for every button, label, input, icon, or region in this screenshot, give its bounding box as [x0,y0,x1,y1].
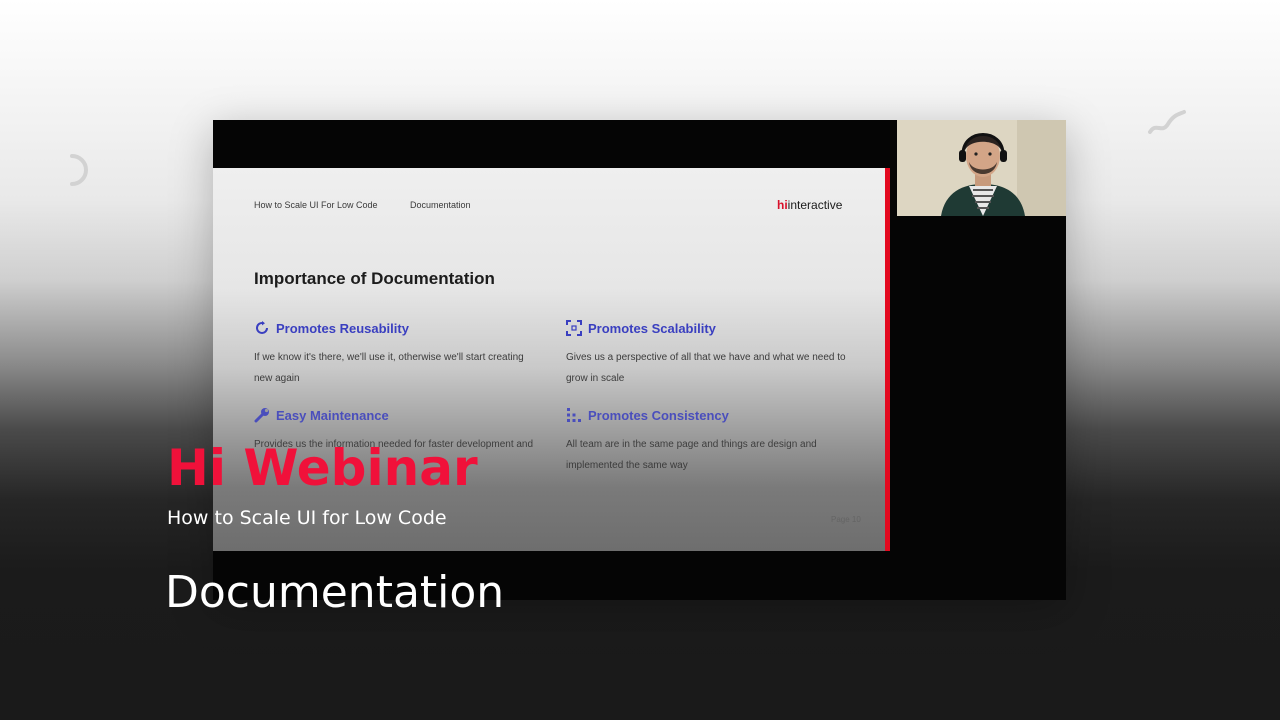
feature-heading: Promotes Consistency [588,407,729,423]
webinar-section-title: Documentation [165,567,505,618]
feature-reusability: Promotes Reusability If we know it's the… [254,319,544,389]
feature-consistency: Promotes Consistency All team are in the… [566,406,856,476]
feature-description: Gives us a perspective of all that we ha… [566,352,846,384]
logo-hi: hi [777,198,788,212]
presenter-avatar [897,120,1066,216]
webinar-title: Hi Webinar [167,439,478,497]
slide-breadcrumb: How to Scale UI For Low Code [254,200,378,210]
slide-accent-bar [885,168,890,551]
webcam-video [897,120,1066,216]
slide-page-number: Page 10 [831,515,861,524]
expand-corners-icon [566,320,582,336]
feature-description: All team are in the same page and things… [566,439,817,471]
feature-description: If we know it's there, we'll use it, oth… [254,352,524,384]
slide-title: Importance of Documentation [254,269,495,288]
wrench-icon [254,408,269,423]
feature-heading: Promotes Reusability [276,320,409,336]
webinar-subtitle: How to Scale UI for Low Code [167,507,447,529]
arc-decoration-icon [70,154,88,186]
grid-dots-icon [567,408,581,422]
feature-scalability: Promotes Scalability Gives us a perspect… [566,319,856,389]
hi-interactive-logo: hiinteractive [777,198,842,212]
feature-heading: Promotes Scalability [588,320,716,336]
slide-section-label: Documentation [410,200,471,210]
circular-arrow-icon [256,321,268,334]
logo-text: interactive [787,198,843,212]
squiggle-decoration-icon [1148,110,1186,134]
feature-heading: Easy Maintenance [276,407,389,423]
